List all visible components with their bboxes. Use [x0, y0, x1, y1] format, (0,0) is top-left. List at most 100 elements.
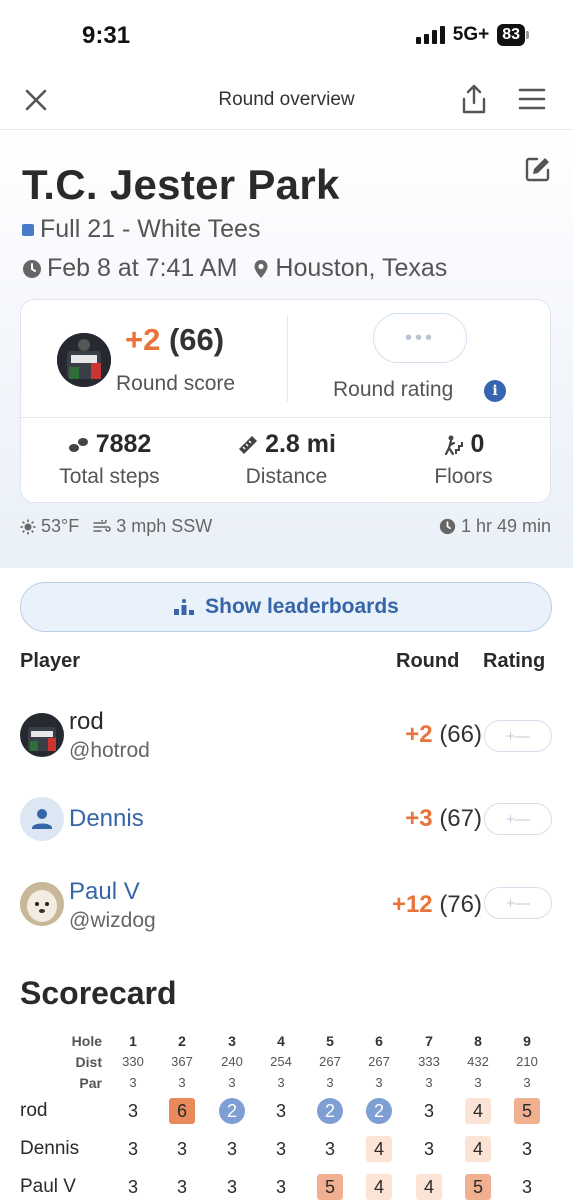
distance-stat: 2.8 mi Distance: [198, 430, 375, 489]
clock-icon: [439, 518, 456, 535]
player-column-header: Player: [20, 650, 81, 672]
avatar: [20, 713, 64, 757]
score-over-par: +12: [391, 891, 433, 918]
avatar: [20, 797, 64, 841]
course-name: T.C. Jester Park: [22, 161, 340, 208]
round-column-header: Round: [396, 650, 460, 672]
rate-player-button[interactable]: +—: [484, 887, 552, 919]
hole-score: 2: [219, 1098, 245, 1124]
hole-score: 3: [423, 1101, 434, 1121]
scorecard-title: Scorecard: [20, 975, 177, 1011]
edit-icon[interactable]: [524, 155, 552, 183]
hole-distance: 254: [270, 1054, 292, 1069]
hole-par: 3: [326, 1075, 334, 1090]
round-rating-label: Round rating: [333, 378, 454, 401]
player-handle: @wizdog: [69, 909, 156, 932]
score-over-par: +3: [405, 805, 433, 832]
hole-par: 3: [474, 1075, 482, 1090]
leaderboard-icon: [174, 599, 195, 615]
battery-icon: 83: [497, 24, 529, 46]
hole-score: 5: [317, 1174, 343, 1200]
duration-value: 1 hr 49 min: [460, 516, 551, 536]
rate-player-button[interactable]: +—: [484, 720, 552, 752]
scorecard-player-name: Dennis: [20, 1138, 80, 1159]
player-round-score: +3 (67): [405, 805, 482, 833]
hole-par: 3: [523, 1075, 531, 1090]
hole-par: 3: [228, 1075, 236, 1090]
divider: [21, 417, 552, 418]
hole-score: 4: [416, 1174, 442, 1200]
hole-score: 3: [127, 1101, 138, 1121]
status-bar: 9:31 5G+ 83: [0, 0, 573, 70]
steps-label: Total steps: [59, 465, 160, 488]
sun-icon: [20, 519, 36, 534]
round-rating-button[interactable]: •••: [373, 313, 467, 363]
round-stats-card: +2 (66) Round score ••• Round rating i 7…: [20, 299, 552, 503]
score-over-par: +2: [405, 721, 433, 748]
menu-icon[interactable]: [518, 87, 546, 111]
hole-score: 5: [514, 1098, 540, 1124]
nav-bar: Round overview: [0, 70, 573, 130]
avatar: [20, 882, 64, 926]
hole-score: 5: [465, 1174, 491, 1200]
hole-par: 3: [425, 1075, 433, 1090]
hole-score: 2: [317, 1098, 343, 1124]
rate-player-button[interactable]: +—: [484, 803, 552, 835]
round-score-label: Round score: [116, 372, 236, 395]
distance-label: Distance: [245, 465, 328, 488]
hole-par: 3: [178, 1075, 186, 1090]
player-name: Paul V: [69, 878, 140, 905]
hole-score: 4: [366, 1174, 392, 1200]
score-total: (66): [439, 721, 482, 748]
show-leaderboards-button[interactable]: Show leaderboards: [20, 582, 552, 632]
hole-score: 3: [176, 1177, 187, 1197]
hole-score: 3: [176, 1139, 187, 1159]
floors-value: 0: [470, 430, 485, 458]
hole-distance: 210: [516, 1054, 538, 1069]
tee-label: Full 21 - White Tees: [40, 215, 261, 243]
battery-level: 83: [497, 24, 525, 46]
scorecard-player-name: rod: [20, 1100, 48, 1121]
scorecard-player-name: Paul V: [20, 1176, 76, 1197]
network-type: 5G+: [452, 24, 490, 45]
clock-icon: [23, 259, 41, 278]
score-total: (76): [439, 891, 482, 918]
hole-distance: 333: [418, 1054, 440, 1069]
hole-score: 3: [226, 1139, 237, 1159]
hole-distance: 330: [122, 1054, 144, 1069]
status-time: 9:31: [82, 22, 131, 49]
temperature: 53°F: [41, 516, 80, 536]
weather-row: 53°F 3 mph SSW 1 hr 49 min: [20, 516, 551, 537]
hole-distance: 267: [368, 1054, 390, 1069]
round-meta: Feb 8 at 7:41 AM Houston, Texas: [22, 254, 447, 283]
hole-score: 3: [275, 1139, 286, 1159]
floors-label: Floors: [434, 465, 493, 488]
signal-icon: [415, 26, 445, 44]
hole-distance: 367: [171, 1054, 193, 1069]
hole-number: 8: [474, 1033, 482, 1049]
player-row[interactable]: Dennis +3 (67) +—: [20, 796, 552, 866]
status-indicators: 5G+ 83: [415, 24, 529, 46]
ruler-icon: [239, 435, 258, 454]
player-round-score: +2 (66): [405, 721, 482, 749]
share-icon[interactable]: [460, 83, 488, 115]
player-handle: @hotrod: [69, 739, 150, 762]
steps-value: 7882: [95, 430, 152, 458]
hole-par: 3: [375, 1075, 383, 1090]
hole-par: 3: [277, 1075, 285, 1090]
hole-number: 1: [129, 1033, 137, 1049]
hole-par: 3: [129, 1075, 137, 1090]
hole-score: 3: [324, 1139, 335, 1159]
info-icon[interactable]: i: [484, 380, 506, 402]
hole-number: 5: [326, 1033, 334, 1049]
hole-score: 3: [127, 1139, 138, 1159]
hole-score: 6: [169, 1098, 195, 1124]
hole-score: 3: [521, 1139, 532, 1159]
wind: 3 mph SSW: [116, 516, 213, 536]
hole-number: 6: [375, 1033, 383, 1049]
player-row[interactable]: Paul V @wizdog +12 (76) +—: [20, 878, 552, 948]
hole-number: 2: [178, 1033, 186, 1049]
rating-column-header: Rating: [483, 650, 546, 672]
player-row[interactable]: rod @hotrod +2 (66) +—: [20, 708, 552, 778]
hole-number: 3: [228, 1033, 236, 1049]
